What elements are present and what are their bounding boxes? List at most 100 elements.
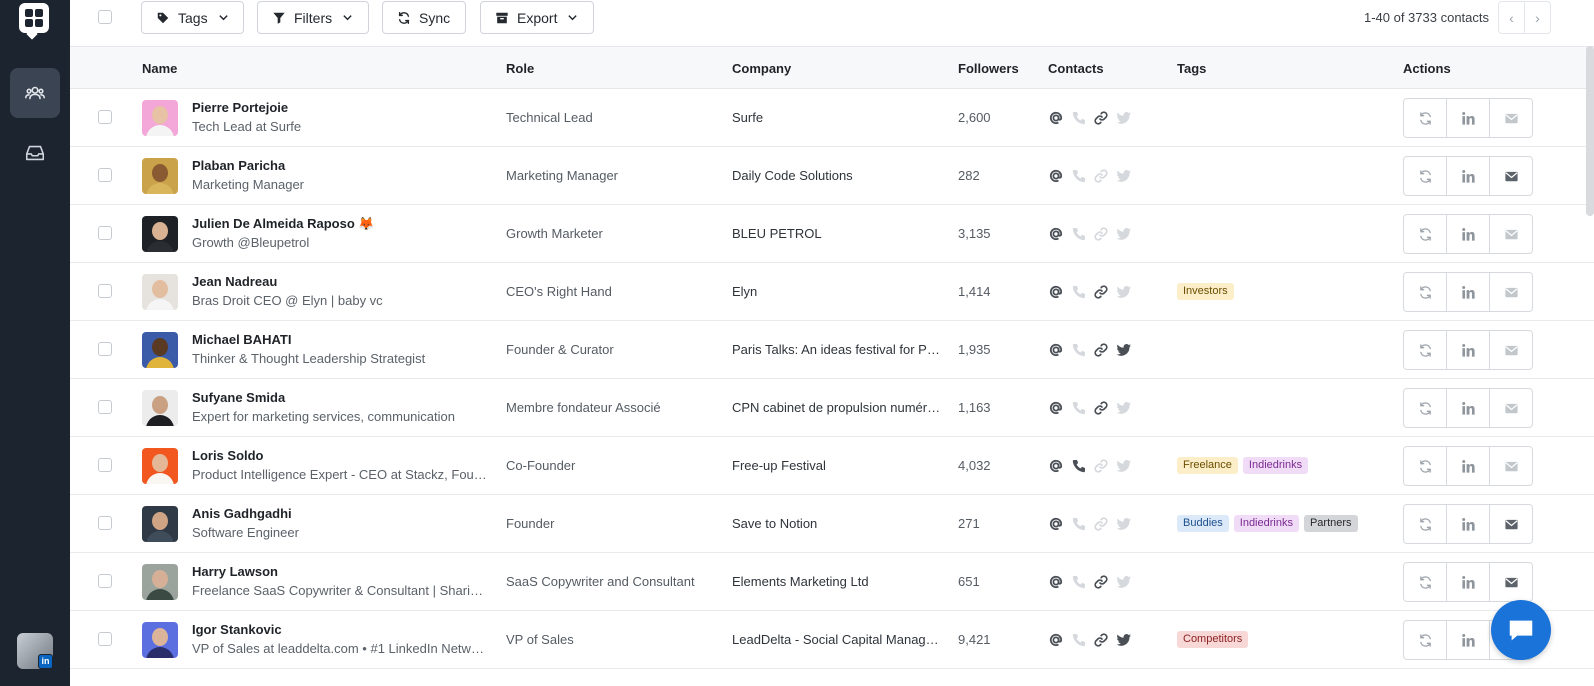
contact-name[interactable]: Harry Lawson [192,564,278,579]
tag-badge[interactable]: Indiedrinks [1242,457,1309,474]
open-linkedin-button[interactable] [1446,272,1490,312]
table-row[interactable]: Loris Soldo Product Intelligence Expert … [70,437,1594,495]
table-row[interactable]: Michael BAHATI Thinker & Thought Leaders… [70,321,1594,379]
sync-contact-button[interactable] [1403,330,1447,370]
send-email-button[interactable] [1489,156,1533,196]
column-header-company[interactable]: Company [732,61,791,76]
open-linkedin-button[interactable] [1446,330,1490,370]
select-all-checkbox[interactable] [98,10,112,24]
open-linkedin-button[interactable] [1446,446,1490,486]
row-checkbox[interactable] [98,168,112,182]
sync-contact-button[interactable] [1403,562,1447,602]
table-row[interactable]: Jean Nadreau Bras Droit CEO @ Elyn | bab… [70,263,1594,321]
sync-button[interactable]: Sync [382,1,466,34]
table-row[interactable]: Igor Stankovic VP of Sales at leaddelta.… [70,611,1594,669]
link-icon[interactable] [1093,400,1109,416]
avatar[interactable] [142,506,178,542]
previous-page-button[interactable]: ‹ [1498,1,1525,34]
open-linkedin-button[interactable] [1446,388,1490,428]
row-checkbox[interactable] [98,110,112,124]
email-icon[interactable] [1048,342,1064,358]
email-icon[interactable] [1048,458,1064,474]
email-icon[interactable] [1048,400,1064,416]
table-row[interactable]: Julien De Almeida Raposo 🦊 Growth @Bleup… [70,205,1594,263]
open-linkedin-button[interactable] [1446,620,1490,660]
avatar[interactable] [142,622,178,658]
tag-badge[interactable]: Investors [1177,283,1234,300]
sync-contact-button[interactable] [1403,156,1447,196]
tag-badge[interactable]: Competitors [1177,631,1249,648]
send-email-button[interactable] [1489,562,1533,602]
column-header-role[interactable]: Role [506,61,534,76]
sync-contact-button[interactable] [1403,446,1447,486]
contact-name[interactable]: Loris Soldo [192,448,264,463]
send-email-button[interactable] [1489,214,1533,254]
contact-name[interactable]: Jean Nadreau [192,274,277,289]
email-icon[interactable] [1048,632,1064,648]
row-checkbox[interactable] [98,400,112,414]
email-icon[interactable] [1048,284,1064,300]
avatar[interactable] [142,274,178,310]
open-linkedin-button[interactable] [1446,504,1490,544]
next-page-button[interactable]: › [1524,1,1551,34]
avatar[interactable] [142,158,178,194]
avatar[interactable] [142,100,178,136]
contact-name[interactable]: Julien De Almeida Raposo 🦊 [192,216,375,232]
sync-contact-button[interactable] [1403,214,1447,254]
table-row[interactable]: Harry Lawson Freelance SaaS Copywriter &… [70,553,1594,611]
open-linkedin-button[interactable] [1446,562,1490,602]
send-email-button[interactable] [1489,388,1533,428]
table-row[interactable]: Anis Gadhgadhi Software Engineer Founder… [70,495,1594,553]
row-checkbox[interactable] [98,458,112,472]
link-icon[interactable] [1093,574,1109,590]
contact-name[interactable]: Sufyane Smida [192,390,285,405]
send-email-button[interactable] [1489,272,1533,312]
send-email-button[interactable] [1489,330,1533,370]
sync-contact-button[interactable] [1403,504,1447,544]
app-logo-icon[interactable] [19,3,49,40]
open-linkedin-button[interactable] [1446,98,1490,138]
twitter-icon[interactable] [1116,342,1132,358]
send-email-button[interactable] [1489,98,1533,138]
send-email-button[interactable] [1489,446,1533,486]
contact-name[interactable]: Anis Gadhgadhi [192,506,292,521]
table-row[interactable]: Plaban Paricha Marketing Manager Marketi… [70,147,1594,205]
tag-badge[interactable]: Partners [1303,515,1358,532]
send-email-button[interactable] [1489,504,1533,544]
sync-contact-button[interactable] [1403,98,1447,138]
email-icon[interactable] [1048,168,1064,184]
avatar[interactable] [142,216,178,252]
avatar[interactable] [142,564,178,600]
link-icon[interactable] [1093,632,1109,648]
row-checkbox[interactable] [98,574,112,588]
avatar[interactable] [142,448,178,484]
sync-contact-button[interactable] [1403,272,1447,312]
table-row[interactable]: Sufyane Smida Expert for marketing servi… [70,379,1594,437]
email-icon[interactable] [1048,226,1064,242]
sync-contact-button[interactable] [1403,620,1447,660]
row-checkbox[interactable] [98,632,112,646]
link-icon[interactable] [1093,342,1109,358]
column-header-name[interactable]: Name [142,61,177,76]
link-icon[interactable] [1093,284,1109,300]
contact-name[interactable]: Igor Stankovic [192,622,282,637]
avatar[interactable] [142,390,178,426]
scrollbar[interactable] [1586,46,1594,216]
tags-button[interactable]: Tags [141,1,244,34]
open-linkedin-button[interactable] [1446,214,1490,254]
tag-badge[interactable]: Freelance [1177,457,1238,474]
filters-button[interactable]: Filters [257,1,369,34]
nav-contacts-button[interactable] [10,68,60,118]
twitter-icon[interactable] [1116,632,1132,648]
row-checkbox[interactable] [98,284,112,298]
link-icon[interactable] [1093,110,1109,126]
tag-badge[interactable]: Indiedrinks [1233,515,1299,532]
email-icon[interactable] [1048,574,1064,590]
email-icon[interactable] [1048,516,1064,532]
export-button[interactable]: Export [480,1,594,34]
avatar[interactable] [142,332,178,368]
sync-contact-button[interactable] [1403,388,1447,428]
open-linkedin-button[interactable] [1446,156,1490,196]
tag-badge[interactable]: Buddies [1177,515,1229,532]
column-header-followers[interactable]: Followers [958,61,1019,76]
